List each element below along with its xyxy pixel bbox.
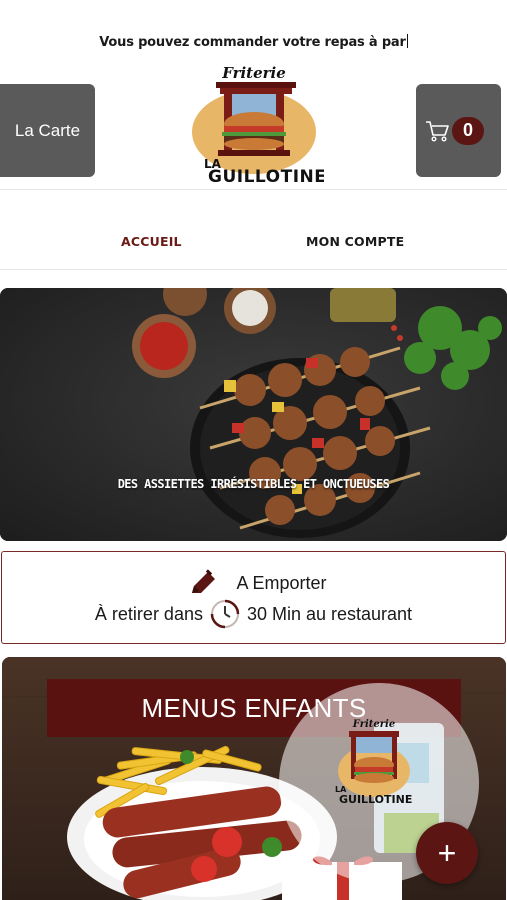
logo-name-text: GUILLOTINE (208, 167, 324, 187)
order-mode-row: A Emporter (2, 569, 505, 597)
nav-divider (0, 269, 507, 270)
ticker-text: Vous pouvez commander votre repas à par (99, 35, 406, 50)
plus-icon: + (437, 834, 457, 871)
logo-top-text: Friterie (221, 64, 286, 82)
announcement-ticker: Vous pouvez commander votre repas à par (0, 34, 507, 50)
order-mode-label: A Emporter (236, 572, 327, 593)
hero-caption: DES ASSIETTES IRRÉSISTIBLES ET ONCTUEUSE… (117, 477, 390, 491)
clock-icon (210, 599, 240, 629)
add-fab-button[interactable]: + (416, 822, 478, 884)
main-nav: ACCUEIL MON COMPTE (0, 190, 507, 270)
order-mode-panel[interactable]: A Emporter À retirer dans 30 Min au rest… (1, 551, 506, 644)
cart-icon (426, 120, 449, 142)
pencil-icon (192, 569, 216, 593)
hero-banner[interactable]: DES ASSIETTES IRRÉSISTIBLES ET ONCTUEUSE… (0, 288, 507, 541)
hero-food-image (0, 288, 507, 541)
ticker-caret (406, 34, 408, 48)
menu-carte-button[interactable]: La Carte (0, 84, 95, 177)
cart-count-badge: 0 (452, 116, 484, 145)
promo-top-text: Friterie (352, 719, 395, 730)
tab-mon-compte[interactable]: MON COMPTE (306, 234, 404, 249)
restaurant-logo[interactable]: Friterie LA GUILLOTINE (184, 62, 326, 190)
pickup-time-row: À retirer dans 30 Min au restaurant (2, 598, 505, 630)
pickup-suffix: 30 Min au restaurant (246, 603, 413, 624)
cart-button[interactable]: 0 (416, 84, 501, 177)
promo-name-text: GUILLOTINE (339, 793, 412, 806)
menu-carte-label: La Carte (14, 120, 81, 140)
tab-accueil[interactable]: ACCUEIL (121, 234, 182, 249)
pickup-prefix: À retirer dans (94, 603, 203, 624)
